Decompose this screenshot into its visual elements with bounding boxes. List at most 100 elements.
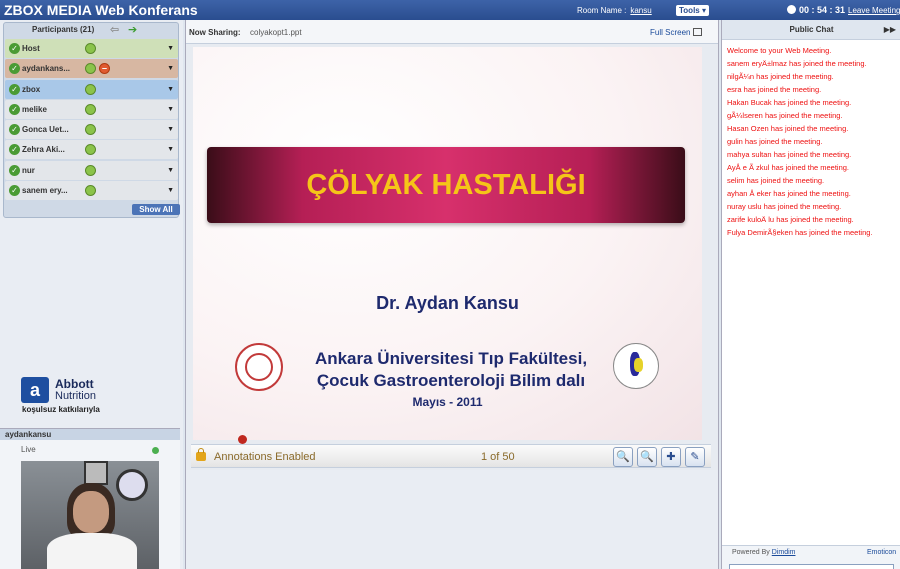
participant-row[interactable]: ✓ melike ▼: [5, 99, 178, 119]
slide-date: Mayıs - 2011: [412, 395, 483, 409]
dimdim-link[interactable]: Dimdim: [772, 549, 796, 556]
chat-message: Welcome to your Web Meeting.: [727, 46, 832, 55]
slide-presenter: Dr. Aydan Kansu: [376, 293, 519, 313]
chevron-down-icon[interactable]: ▼: [167, 59, 174, 78]
expand-icon[interactable]: ▶▶: [884, 20, 896, 40]
camera-panel: aydankansu Live: [0, 428, 180, 569]
participant-name: sanem ery...: [22, 186, 68, 196]
webcam-video: [21, 461, 159, 569]
chevron-down-icon[interactable]: ▼: [167, 100, 174, 119]
chevron-down-icon[interactable]: ▼: [167, 181, 174, 200]
room-label: Room Name :: [577, 6, 627, 15]
camera-status: Live: [21, 445, 36, 454]
lower-area: [186, 470, 718, 569]
slide-title: ÇÖLYAK HASTALIĞI: [306, 169, 586, 201]
participant-row[interactable]: ✓ sanem ery... ▼: [5, 181, 178, 201]
participant-row[interactable]: ✓ zbox ▼: [5, 79, 178, 99]
chat-footer: Powered By Dimdim Emoticon: [722, 545, 900, 569]
chat-message: Fulya DemirÃ§eken has joined the meeting…: [727, 228, 873, 237]
sponsor-sub: Nutrition: [55, 390, 96, 402]
pointer-icon[interactable]: [238, 435, 247, 444]
pen-icon[interactable]: ✎: [685, 447, 705, 467]
title-banner: ÇÖLYAK HASTALIĞI: [207, 147, 685, 223]
chat-input[interactable]: [729, 564, 894, 569]
mic-status-icon[interactable]: [85, 185, 96, 197]
participant-name: zbox: [22, 84, 41, 94]
mic-status-icon[interactable]: [85, 164, 96, 176]
top-bar: ZBOX MEDIA Web Konferans Room Name : kans…: [0, 0, 900, 20]
clock-icon: [787, 5, 796, 14]
zoom-in-button[interactable]: 🔍: [613, 447, 633, 467]
arrow-left-icon[interactable]: ⇦: [110, 25, 119, 36]
fullscreen-label: Full Screen: [650, 28, 691, 37]
check-icon: ✓: [9, 83, 20, 95]
page-counter: 1 of 50: [481, 451, 515, 463]
participant-row[interactable]: ✓ Zehra Aki... ▼: [5, 140, 178, 160]
chat-message: esra has joined the meeting.: [727, 85, 822, 94]
check-icon: ✓: [9, 144, 20, 156]
powered-label: Powered By: [732, 549, 770, 556]
mic-status-icon[interactable]: [85, 103, 96, 115]
chat-message: nuray uslu has joined the meeting.: [727, 202, 842, 211]
check-icon: ✓: [9, 43, 20, 54]
participant-name: Host: [22, 44, 40, 53]
emoticon-button[interactable]: Emoticon: [867, 549, 896, 556]
mute-icon[interactable]: –: [99, 63, 110, 75]
chat-message: AyÅ e Ã zkul has joined the meeting.: [727, 163, 850, 172]
chat-message: nilgÃ¼n has joined the meeting.: [727, 72, 834, 81]
chat-message: Hakan Bucak has joined the meeting.: [727, 98, 852, 107]
lock-icon: [196, 448, 206, 461]
timer-value: 00 : 54 : 31: [799, 5, 846, 15]
chat-message: Hasan Ozen has joined the meeting.: [727, 124, 849, 133]
picture-frame: [84, 461, 108, 485]
chevron-down-icon[interactable]: ▼: [167, 120, 174, 139]
society-emblem-icon: [613, 343, 659, 389]
mic-status-icon[interactable]: [85, 144, 96, 156]
chat-messages: Welcome to your Web Meeting. sanem eryÄ±…: [727, 44, 899, 239]
participants-list: ✓ Host ▼ ✓ aydankans... – ▼ ✓ zbox ▼ ✓ m…: [5, 39, 178, 201]
chat-message: sanem eryÄ±lmaz has joined the meeting.: [727, 59, 867, 68]
powered-by: Powered By Dimdim: [732, 549, 795, 556]
chevron-down-icon[interactable]: ▼: [167, 39, 174, 58]
wall-clock: [116, 469, 148, 501]
participant-row[interactable]: ✓ aydankans... – ▼: [5, 59, 178, 79]
chat-message: gÃ¼lseren has joined the meeting.: [727, 111, 843, 120]
pan-button[interactable]: ✚: [661, 447, 681, 467]
participant-row[interactable]: ✓ nur ▼: [5, 160, 178, 180]
participants-header: Participants (21) ⇦ ➔: [4, 23, 178, 37]
arrow-right-icon[interactable]: ➔: [128, 25, 137, 36]
sponsor-tagline: koşulsuz katkılarıyla: [22, 405, 100, 414]
presenter-body: [47, 533, 137, 569]
sharing-label: Now Sharing:: [189, 28, 241, 37]
mic-status-icon[interactable]: [85, 43, 96, 54]
presentation-panel: Now Sharing: colyakopt1.ppt Full Screen …: [185, 20, 719, 569]
participant-row[interactable]: ✓ Host ▼: [5, 39, 178, 58]
participant-row[interactable]: ✓ Gonca Uet... ▼: [5, 120, 178, 140]
leave-meeting-link[interactable]: Leave Meeting: [848, 6, 900, 15]
mic-status-icon[interactable]: [85, 83, 96, 95]
chevron-down-icon[interactable]: ▼: [167, 140, 174, 159]
mic-status-icon[interactable]: [85, 63, 96, 75]
chat-message: selim has joined the meeting.: [727, 176, 825, 185]
seal-inner: [245, 353, 273, 381]
slide-institution-line2: Çocuk Gastroenteroloji Bilim dalı: [316, 371, 586, 390]
fullscreen-button[interactable]: Full Screen: [650, 28, 703, 37]
slide-canvas[interactable]: ÇÖLYAK HASTALIĞI Dr. Aydan Kansu Ankara …: [193, 47, 702, 440]
annotation-status: Annotations Enabled: [214, 451, 316, 463]
room-name-link[interactable]: kansu: [630, 6, 651, 15]
chevron-down-icon[interactable]: ▼: [167, 161, 174, 180]
tools-menu-button[interactable]: Tools ▾: [676, 5, 709, 16]
camera-user: aydankansu: [0, 429, 180, 440]
participant-name: nur: [22, 165, 35, 175]
app-title: ZBOX MEDIA Web Konferans: [4, 2, 198, 18]
show-all-button[interactable]: Show All: [132, 204, 180, 215]
participants-panel: Participants (21) ⇦ ➔ ✓ Host ▼ ✓ aydanka…: [3, 22, 180, 218]
zoom-out-button[interactable]: 🔍: [637, 447, 657, 467]
check-icon: ✓: [9, 63, 20, 75]
check-icon: ✓: [9, 124, 20, 136]
sponsor-name: Abbott: [55, 377, 94, 391]
check-icon: ✓: [9, 164, 20, 176]
chevron-down-icon[interactable]: ▼: [167, 80, 174, 99]
mic-status-icon[interactable]: [85, 124, 96, 136]
participants-title: Participants (21): [32, 25, 95, 34]
